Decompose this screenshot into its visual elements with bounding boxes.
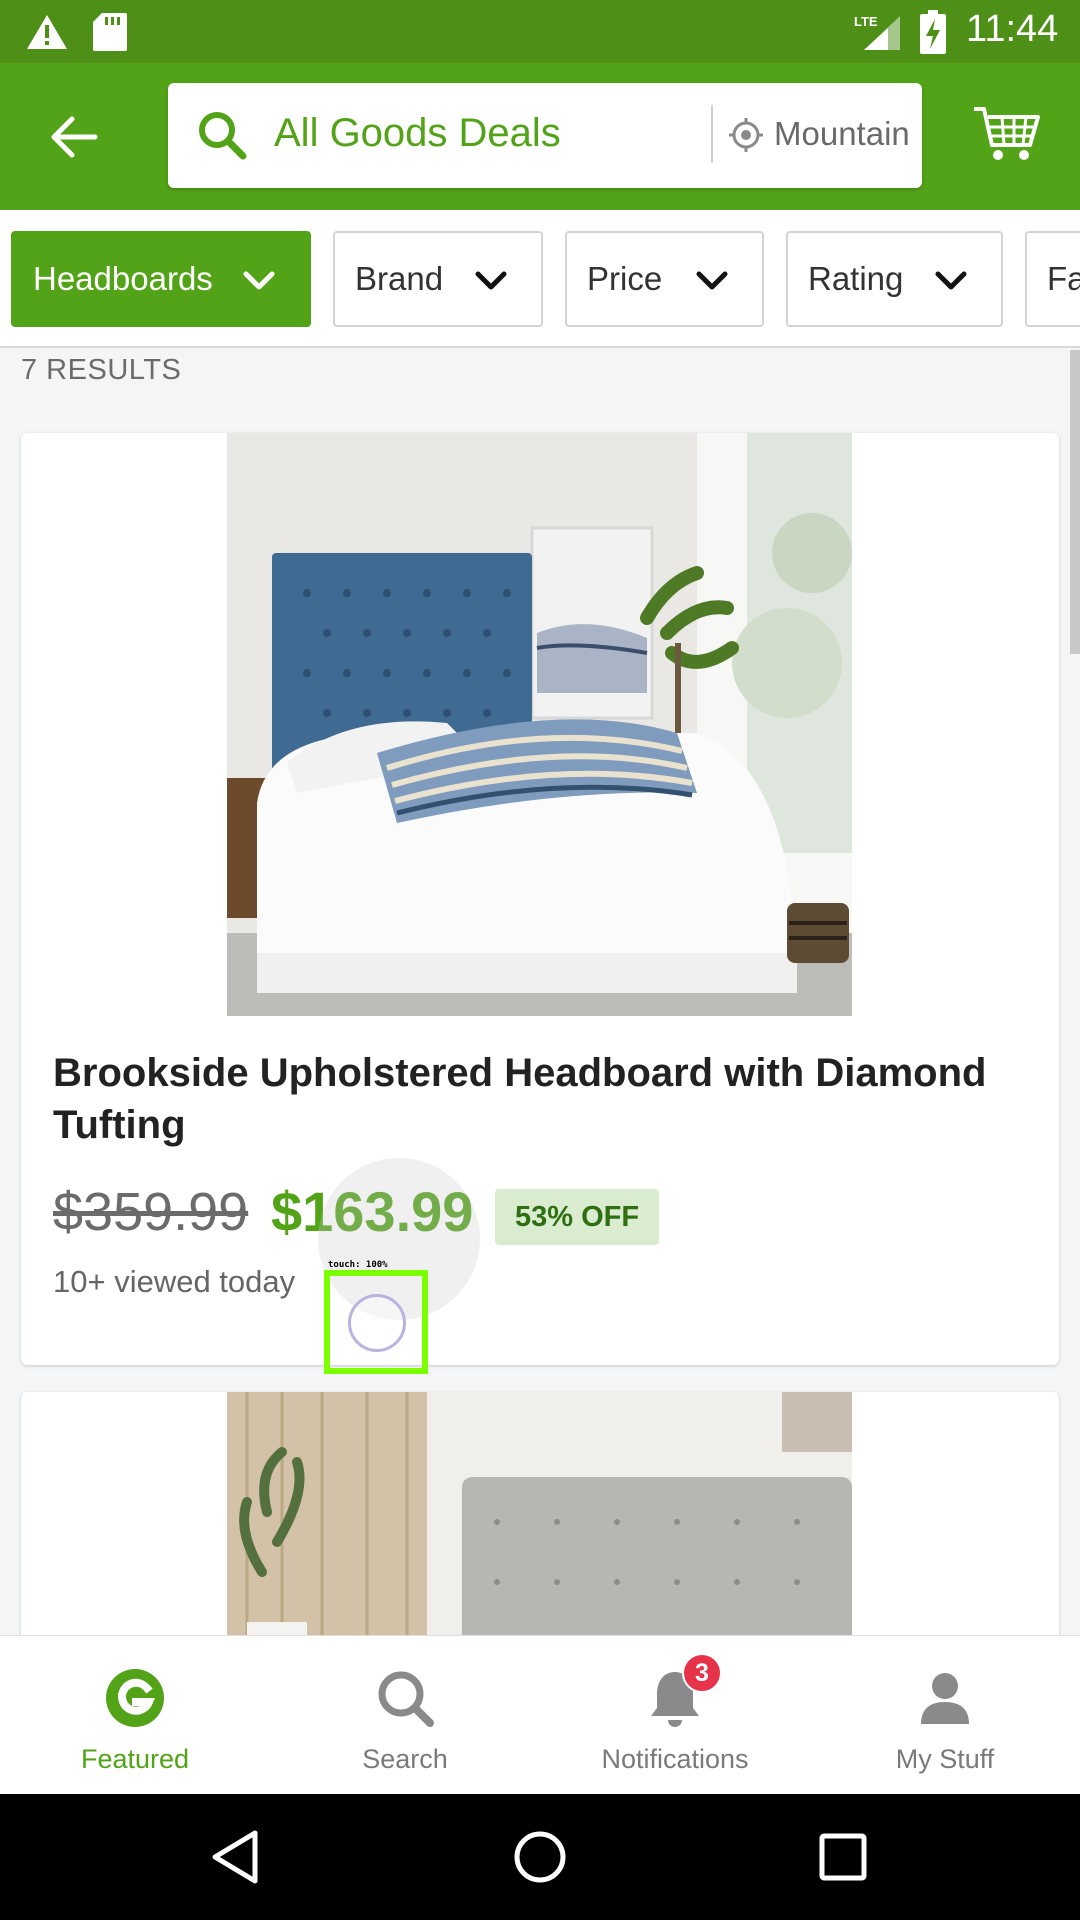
touch-ring: [348, 1294, 406, 1352]
chevron-down-icon: [243, 271, 275, 290]
filter-chip-label: Rating: [808, 260, 904, 297]
search-query[interactable]: All Goods Deals: [274, 111, 561, 156]
original-price: $359.99: [53, 1182, 249, 1242]
filter-chip-label: Price: [587, 260, 663, 297]
nav-label: Notifications: [601, 1744, 749, 1774]
nav-label: My Stuff: [895, 1744, 995, 1774]
sd-card-icon: [93, 13, 127, 51]
filter-chip-brand[interactable]: Brand: [333, 231, 543, 327]
groupon-logo-icon: [106, 1669, 164, 1727]
location-icon: [729, 118, 763, 152]
recents-square-icon[interactable]: [813, 1827, 873, 1887]
cart-icon: [974, 107, 1040, 160]
discount-badge: 53% OFF: [495, 1189, 660, 1245]
app-header: All Goods Deals Mountain: [0, 63, 1080, 210]
warning-icon: [27, 15, 67, 49]
product-card[interactable]: Brookside Upholstered Headboard with Dia…: [21, 433, 1059, 1365]
notification-badge: 3: [682, 1653, 722, 1693]
bottom-nav: Featured Search Notifications My Stuff: [0, 1635, 1080, 1794]
location-field[interactable]: Mountain: [774, 115, 908, 153]
nav-my-stuff[interactable]: My Stuff: [810, 1636, 1080, 1795]
filter-chip-more[interactable]: Fa: [1025, 231, 1080, 327]
viewed-count: 10+ viewed today: [53, 1264, 296, 1299]
nav-search[interactable]: Search: [270, 1636, 540, 1795]
touch-indicator-label: touch: 100%: [328, 1260, 388, 1270]
clock: 11:44: [966, 8, 1059, 50]
bedroom-photo: [227, 433, 852, 1016]
touch-indicator: [324, 1270, 428, 1374]
filter-chip-rating[interactable]: Rating: [786, 231, 1003, 327]
search-icon: [199, 112, 247, 160]
nav-label: Search: [362, 1744, 448, 1774]
back-button[interactable]: [40, 103, 108, 171]
system-nav-bar: [0, 1794, 1080, 1920]
scrollbar[interactable]: [1070, 350, 1080, 654]
product-title[interactable]: Brookside Upholstered Headboard with Dia…: [53, 1047, 1013, 1151]
product-image: [227, 433, 852, 1016]
signal-icon: LTE: [854, 14, 900, 50]
arrow-left-icon: [51, 116, 98, 158]
network-type: LTE: [854, 14, 878, 29]
person-icon: [921, 1673, 969, 1724]
filter-chip-label: Brand: [355, 260, 444, 297]
nav-featured[interactable]: Featured: [0, 1636, 270, 1795]
nav-label: Featured: [80, 1744, 190, 1774]
chevron-down-icon: [696, 271, 728, 290]
chevron-down-icon: [475, 271, 507, 290]
back-triangle-icon[interactable]: [207, 1827, 267, 1887]
filter-chip-headboards[interactable]: Headboards: [11, 231, 311, 327]
filter-bar: Headboards Brand Price Rating Fa: [0, 210, 1080, 348]
search-icon: [378, 1671, 434, 1727]
status-bar: LTE 11:44: [0, 0, 1080, 63]
chevron-down-icon: [935, 271, 967, 290]
filter-chip-label: Headboards: [33, 260, 213, 297]
filter-chip-label: Fa: [1047, 260, 1080, 297]
results-count: 7 RESULTS: [21, 354, 182, 386]
battery-charging-icon: [920, 10, 946, 54]
cart-button[interactable]: [970, 97, 1042, 169]
nav-notifications[interactable]: Notifications: [540, 1636, 810, 1795]
search-divider: [711, 105, 713, 163]
home-circle-icon[interactable]: [510, 1827, 570, 1887]
filter-chip-price[interactable]: Price: [565, 231, 764, 327]
search-bar[interactable]: All Goods Deals Mountain: [168, 83, 922, 188]
